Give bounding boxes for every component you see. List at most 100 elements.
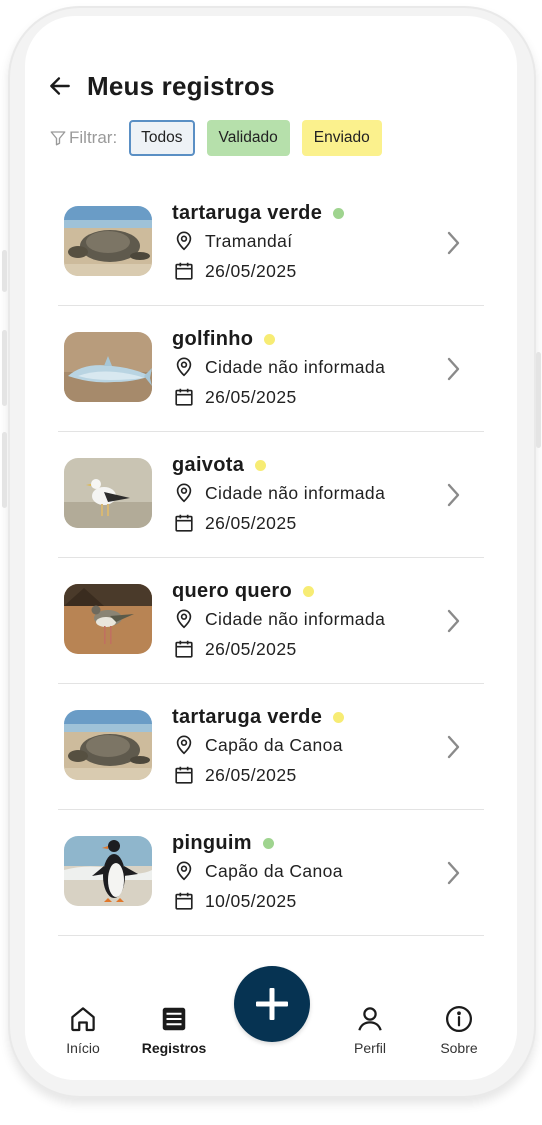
- record-item[interactable]: pinguim Capão da Canoa 10/05/2025: [58, 810, 484, 936]
- record-species: pinguim: [172, 832, 274, 855]
- record-date-text: 26/05/2025: [205, 386, 297, 407]
- record-photo: [64, 584, 152, 654]
- record-species-name: tartaruga verde: [172, 202, 323, 224]
- record-photo: [64, 206, 152, 276]
- record-date-text: 26/05/2025: [205, 512, 297, 533]
- filter-chip-todos[interactable]: Todos: [129, 120, 195, 156]
- record-species-name: tartaruga verde: [172, 706, 323, 728]
- nav-label: Sobre: [440, 1040, 478, 1056]
- record-date-text: 10/05/2025: [205, 890, 297, 911]
- record-city-text: Capão da Canoa: [205, 860, 343, 881]
- record-date-text: 26/05/2025: [205, 764, 297, 785]
- record-city: Cidade não informada: [173, 608, 385, 630]
- calendar-icon: [175, 514, 193, 532]
- record-city-text: Cidade não informada: [205, 482, 386, 503]
- record-species: gaivota: [172, 454, 267, 477]
- status-dot-enviado: [333, 712, 345, 723]
- record-item[interactable]: gaivota Cidade não informada 26/05/2025: [58, 432, 484, 558]
- nav-item-registros[interactable]: Registros: [134, 1004, 214, 1056]
- status-dot-validado: [262, 838, 274, 849]
- record-date: 26/05/2025: [173, 260, 297, 282]
- calendar-icon: [175, 766, 193, 784]
- list-icon: [162, 1007, 186, 1031]
- nav-item-sobre[interactable]: Sobre: [419, 1004, 499, 1056]
- record-species: tartaruga verde: [172, 202, 345, 225]
- calendar-icon: [175, 640, 193, 658]
- record-photo: [64, 458, 152, 528]
- nav-item-inicio[interactable]: Início: [43, 1004, 123, 1056]
- record-date: 10/05/2025: [173, 890, 297, 912]
- calendar-icon: [175, 892, 193, 910]
- phone-side-button: [536, 352, 541, 448]
- record-photo: [64, 710, 152, 780]
- status-dot-enviado: [255, 460, 267, 471]
- record-item[interactable]: tartaruga verde Capão da Canoa 26/05/202…: [58, 684, 484, 810]
- user-icon: [358, 1007, 382, 1031]
- location-pin-icon: [176, 483, 192, 503]
- info-icon: [446, 1006, 472, 1032]
- filter-chip-validado[interactable]: Validado: [206, 120, 290, 156]
- turtle-photo: [64, 710, 152, 780]
- lapwing-photo: [64, 584, 152, 654]
- record-city-text: Cidade não informada: [205, 356, 386, 377]
- location-pin-icon: [176, 231, 192, 251]
- record-species-name: quero quero: [172, 580, 292, 602]
- plus-icon: [256, 988, 288, 1020]
- chevron-right-icon: [447, 861, 460, 885]
- page-title: Meus registros: [87, 70, 275, 101]
- app-screen: Meus registros Filtrar: Todos Validado E…: [25, 16, 517, 1080]
- filter-bar: Filtrar: Todos Validado Enviado: [49, 120, 394, 156]
- record-item[interactable]: tartaruga verde Tramandaí 26/05/2025: [58, 180, 484, 306]
- filter-label: Filtrar:: [49, 128, 117, 148]
- calendar-icon: [175, 262, 193, 280]
- record-city: Capão da Canoa: [173, 734, 343, 756]
- phone-side-button: [2, 432, 7, 508]
- record-item[interactable]: golfinho Cidade não informada 26/05/2025: [58, 306, 484, 432]
- record-date: 26/05/2025: [173, 512, 297, 534]
- status-dot-enviado: [302, 586, 314, 597]
- record-city: Capão da Canoa: [173, 860, 343, 882]
- nav-label: Registros: [141, 1040, 207, 1056]
- record-date: 26/05/2025: [173, 386, 297, 408]
- record-species: quero quero: [172, 580, 314, 603]
- records-list[interactable]: tartaruga verde Tramandaí 26/05/2025 gol…: [58, 180, 484, 962]
- location-pin-icon: [176, 357, 192, 377]
- record-date-text: 26/05/2025: [205, 638, 297, 659]
- record-item-partial[interactable]: [58, 936, 484, 962]
- record-city-text: Cidade não informada: [205, 608, 386, 629]
- nav-label: Início: [66, 1040, 100, 1056]
- record-species-name: golfinho: [172, 328, 254, 350]
- record-city-text: Capão da Canoa: [205, 734, 343, 755]
- gull-photo: [64, 458, 152, 528]
- chevron-right-icon: [447, 609, 460, 633]
- record-photo: [64, 332, 152, 402]
- record-species-name: gaivota: [172, 454, 245, 476]
- record-date-text: 26/05/2025: [205, 260, 297, 281]
- app-header: Meus registros: [47, 68, 275, 104]
- bottom-nav: Início Registros Perfil Sobre: [25, 966, 517, 1080]
- record-species-name: pinguim: [172, 832, 252, 854]
- dolphin-photo: [64, 332, 152, 402]
- chevron-right-icon: [447, 231, 460, 255]
- record-date: 26/05/2025: [173, 638, 297, 660]
- record-city: Cidade não informada: [173, 482, 385, 504]
- penguin-photo: [64, 836, 152, 906]
- chevron-right-icon: [447, 483, 460, 507]
- record-species: tartaruga verde: [172, 706, 345, 729]
- record-item[interactable]: quero quero Cidade não informada 26/05/2…: [58, 558, 484, 684]
- add-record-button[interactable]: [234, 966, 310, 1042]
- status-dot-enviado: [264, 334, 276, 345]
- arrow-left-icon[interactable]: [47, 73, 73, 99]
- record-city: Cidade não informada: [173, 356, 385, 378]
- filter-chip-enviado[interactable]: Enviado: [301, 120, 382, 156]
- nav-label: Perfil: [354, 1040, 386, 1056]
- chevron-right-icon: [447, 735, 460, 759]
- turtle-photo: [64, 206, 152, 276]
- nav-item-perfil[interactable]: Perfil: [330, 1004, 410, 1056]
- record-date: 26/05/2025: [173, 764, 297, 786]
- status-dot-validado: [333, 208, 345, 219]
- record-city: Tramandaí: [173, 230, 293, 252]
- record-city-text: Tramandaí: [205, 230, 293, 251]
- location-pin-icon: [176, 735, 192, 755]
- calendar-icon: [175, 388, 193, 406]
